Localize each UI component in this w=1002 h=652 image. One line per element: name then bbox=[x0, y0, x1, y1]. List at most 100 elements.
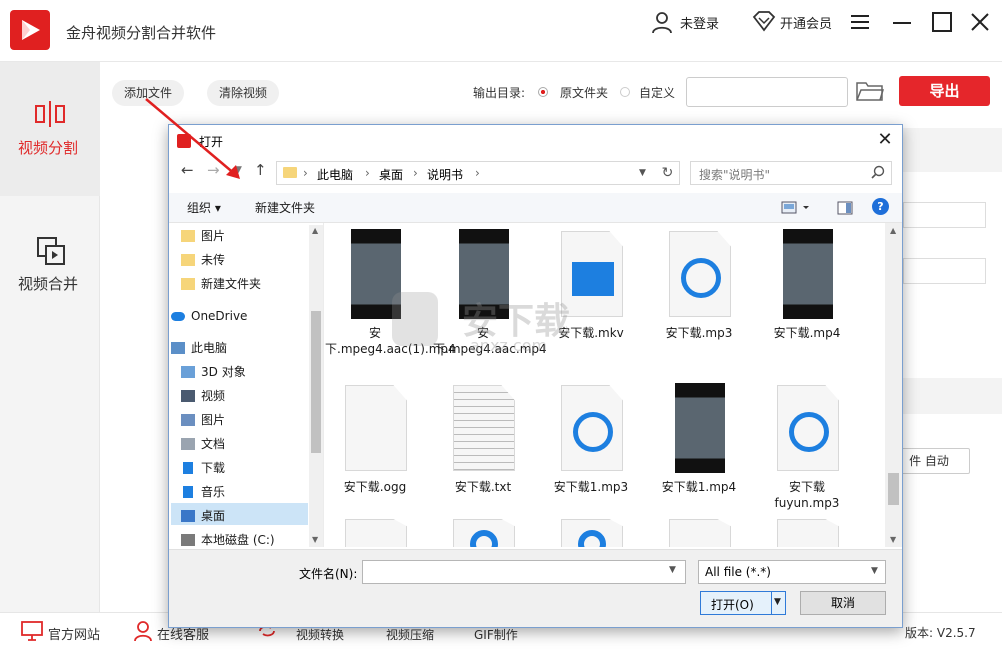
tree-item[interactable]: 未传 bbox=[181, 249, 309, 271]
dialog-close-icon[interactable]: ✕ bbox=[873, 129, 897, 151]
tree-item-label: 3D 对象 bbox=[201, 365, 246, 379]
file-type-value: All file (*.*) bbox=[705, 565, 771, 579]
text-file-icon[interactable] bbox=[777, 519, 839, 547]
scroll-up-icon[interactable]: ▲ bbox=[312, 226, 318, 235]
refresh-icon[interactable]: ↻ bbox=[656, 161, 680, 185]
cube-icon bbox=[181, 366, 195, 378]
tree-item[interactable]: 文档 bbox=[181, 433, 309, 455]
edge-file-icon[interactable] bbox=[453, 519, 515, 547]
tree-item[interactable]: 3D 对象 bbox=[181, 361, 309, 383]
export-button[interactable]: 导出 bbox=[899, 76, 990, 106]
new-folder-button[interactable]: 新建文件夹 bbox=[255, 199, 315, 216]
breadcrumb-separator: › bbox=[365, 166, 370, 180]
minimize-icon[interactable] bbox=[890, 10, 914, 34]
disc-icon bbox=[789, 412, 829, 452]
diamond-icon[interactable] bbox=[752, 10, 776, 36]
cancel-button[interactable]: 取消 bbox=[800, 591, 886, 615]
radio-custom-label[interactable]: 自定义 bbox=[639, 84, 675, 101]
clapperboard-icon bbox=[572, 262, 614, 296]
split-icon bbox=[34, 100, 66, 132]
address-bar[interactable]: › 此电脑 › 桌面 › 说明书 › ▼ bbox=[276, 161, 680, 185]
open-button-label: 打开(O) bbox=[711, 598, 754, 612]
file-item[interactable]: 安下载fuyun.mp3 bbox=[757, 383, 857, 533]
open-button[interactable]: 打开(O) ▼ bbox=[700, 591, 786, 615]
breadcrumb-this-pc[interactable]: 此电脑 bbox=[317, 166, 353, 183]
tree-item[interactable]: OneDrive bbox=[171, 305, 299, 327]
document-icon bbox=[181, 438, 195, 450]
service-user-icon[interactable] bbox=[133, 620, 153, 646]
breadcrumb-separator: › bbox=[303, 166, 308, 180]
tree-item[interactable]: 音乐 bbox=[183, 481, 309, 503]
maximize-icon[interactable] bbox=[930, 10, 954, 34]
scroll-up-icon[interactable]: ▲ bbox=[890, 226, 896, 235]
file-item[interactable]: 安下载.ogg bbox=[325, 383, 425, 533]
tree-item[interactable]: 视频 bbox=[181, 385, 309, 407]
file-item[interactable]: 安下载1.mp4 bbox=[649, 383, 749, 533]
filename-input[interactable] bbox=[362, 560, 686, 584]
close-icon[interactable] bbox=[968, 10, 992, 34]
tree-item[interactable]: 本地磁盘 (C:) bbox=[181, 529, 309, 547]
folder-icon bbox=[181, 278, 195, 290]
blank-file-icon[interactable] bbox=[345, 519, 407, 547]
search-icon bbox=[871, 165, 885, 183]
up-arrow-icon[interactable]: ↑ bbox=[254, 161, 267, 179]
file-item[interactable]: 安下载.mp3 bbox=[649, 229, 749, 379]
radio-custom[interactable] bbox=[620, 87, 630, 97]
tree-item-label: 本地磁盘 (C:) bbox=[201, 533, 275, 547]
file-item[interactable]: 安下载.txt bbox=[433, 383, 533, 533]
settings-input[interactable] bbox=[903, 202, 986, 228]
font-file-icon[interactable] bbox=[669, 519, 731, 547]
user-icon[interactable] bbox=[650, 10, 674, 38]
chevron-down-icon: ▼ bbox=[871, 566, 878, 576]
file-list-scroll-thumb[interactable] bbox=[888, 473, 899, 505]
breadcrumb-separator: › bbox=[413, 166, 418, 180]
split-divider bbox=[771, 592, 772, 614]
menu-icon[interactable] bbox=[848, 10, 872, 34]
breadcrumb-manual[interactable]: 说明书 bbox=[427, 166, 463, 183]
help-icon[interactable]: ? bbox=[872, 198, 889, 215]
edge-file-icon[interactable] bbox=[561, 519, 623, 547]
tree-item-label: 图片 bbox=[201, 413, 226, 427]
audio-file-icon bbox=[669, 231, 731, 317]
folder-icon bbox=[181, 230, 195, 242]
radio-source-label[interactable]: 原文件夹 bbox=[560, 84, 608, 101]
view-options-icon[interactable] bbox=[781, 200, 813, 220]
tree-item-label: 未传 bbox=[201, 253, 226, 267]
organize-menu[interactable]: 组织 ▾ bbox=[187, 199, 221, 216]
tree-scroll-thumb[interactable] bbox=[311, 311, 321, 453]
vip-link[interactable]: 开通会员 bbox=[780, 13, 832, 32]
chevron-down-icon[interactable]: ▼ bbox=[669, 565, 676, 575]
file-name: 安下载1.mp3 bbox=[553, 480, 629, 494]
preview-pane-icon[interactable] bbox=[837, 200, 853, 220]
settings-input[interactable] bbox=[903, 258, 986, 284]
search-input[interactable]: 搜索"说明书" bbox=[690, 161, 892, 185]
tree-item[interactable]: 此电脑 bbox=[171, 337, 299, 359]
tree-item[interactable]: 图片 bbox=[181, 225, 309, 247]
chevron-down-icon[interactable]: ▼ bbox=[774, 597, 781, 607]
video-compress-link[interactable]: 视频压缩 bbox=[386, 626, 434, 643]
file-type-select[interactable]: All file (*.*) ▼ bbox=[698, 560, 886, 584]
scroll-down-icon[interactable]: ▼ bbox=[312, 535, 318, 544]
output-dir-input[interactable] bbox=[686, 77, 848, 107]
tree-item[interactable]: 新建文件夹 bbox=[181, 273, 309, 295]
file-item[interactable]: 安下载.mp4 bbox=[757, 229, 857, 379]
chevron-down-icon[interactable]: ▼ bbox=[639, 168, 646, 178]
breadcrumb-desktop[interactable]: 桌面 bbox=[379, 166, 403, 183]
folder-open-icon[interactable] bbox=[856, 80, 885, 106]
gif-make-link[interactable]: GIF制作 bbox=[474, 626, 518, 643]
login-link[interactable]: 未登录 bbox=[680, 13, 719, 32]
tree-item-label: 桌面 bbox=[201, 509, 226, 523]
video-convert-link[interactable]: 视频转换 bbox=[296, 626, 344, 643]
download-icon bbox=[183, 462, 193, 474]
scroll-down-icon[interactable]: ▼ bbox=[890, 535, 896, 544]
monitor-icon[interactable] bbox=[20, 620, 44, 646]
radio-source-folder[interactable] bbox=[538, 87, 548, 97]
file-item[interactable]: 安下载1.mp3 bbox=[541, 383, 641, 533]
tree-item[interactable]: 桌面 bbox=[181, 505, 309, 527]
tree-item[interactable]: 下载 bbox=[183, 457, 309, 479]
official-site-link[interactable]: 官方网站 bbox=[48, 624, 100, 643]
sidebar-item-label[interactable]: 视频合并 bbox=[18, 273, 78, 294]
tree-item-label: OneDrive bbox=[191, 309, 248, 323]
tree-item[interactable]: 图片 bbox=[181, 409, 309, 431]
folder-icon bbox=[181, 254, 195, 266]
